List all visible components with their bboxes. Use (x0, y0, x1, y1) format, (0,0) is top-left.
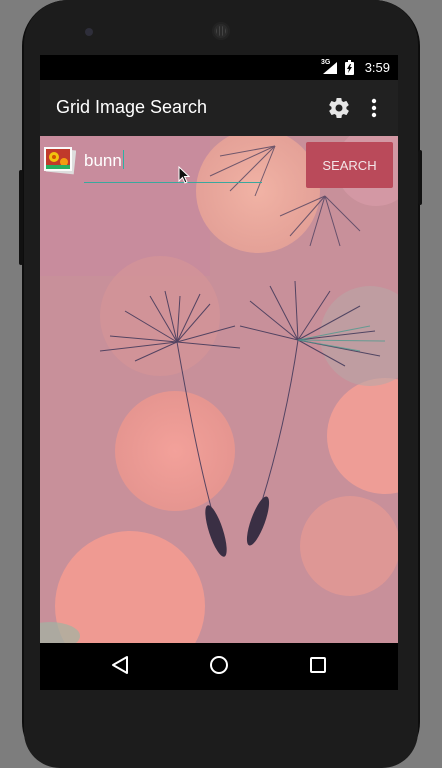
screen: 3G 3:59 Grid Image Search bunn SEARCH (40, 55, 398, 690)
search-query-text: bunn (84, 151, 122, 170)
power-button (19, 170, 23, 265)
search-input-underline (84, 182, 262, 183)
status-bar: 3G 3:59 (40, 55, 398, 80)
app-title: Grid Image Search (56, 97, 208, 117)
search-input[interactable]: bunn (84, 150, 124, 171)
search-bar: bunn SEARCH (40, 136, 398, 192)
more-vert-icon[interactable] (366, 97, 382, 119)
recents-square-icon[interactable] (310, 655, 326, 675)
back-triangle-icon[interactable] (111, 655, 129, 675)
content-area: bunn SEARCH (40, 136, 398, 643)
home-circle-icon[interactable] (209, 655, 229, 675)
dandelion-background-image (40, 136, 398, 643)
action-bar: Grid Image Search (40, 80, 398, 136)
speaker-grille (212, 22, 230, 40)
mouse-pointer-icon (178, 166, 190, 184)
clock: 3:59 (364, 60, 390, 75)
text-caret (122, 150, 124, 169)
search-button[interactable]: SEARCH (306, 142, 393, 188)
volume-button (418, 150, 422, 205)
navigation-bar (40, 643, 398, 690)
front-camera (85, 28, 93, 36)
signal-icon (323, 62, 337, 74)
battery-icon (345, 60, 354, 75)
gallery-photo-icon (44, 147, 76, 175)
gear-icon[interactable] (327, 96, 351, 120)
